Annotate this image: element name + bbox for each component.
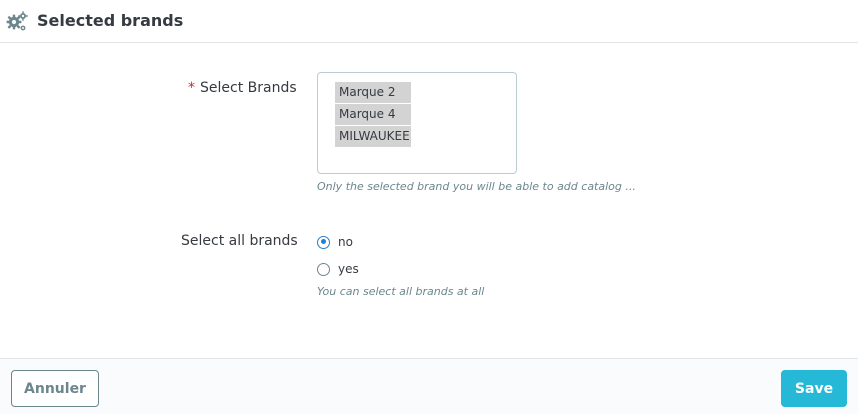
cogs-icon	[6, 11, 28, 31]
select-brands-label: * Select Brands	[188, 80, 297, 96]
cancel-button[interactable]: Annuler	[11, 370, 99, 407]
select-brands-help: Only the selected brand you will be able…	[317, 180, 636, 193]
save-button[interactable]: Save	[781, 370, 847, 407]
required-mark: *	[188, 80, 195, 96]
panel-footer: Annuler Save	[0, 358, 858, 414]
select-all-brands-help: You can select all brands at all	[317, 285, 485, 298]
brand-option[interactable]: Marque 4	[335, 104, 411, 125]
select-brands-label-text: Select Brands	[200, 80, 297, 96]
radio-yes-label: yes	[338, 262, 359, 276]
panel-header: Selected brands	[0, 0, 858, 43]
brand-option[interactable]: Marque 2	[335, 82, 411, 103]
brand-option[interactable]: MILWAUKEE	[335, 126, 411, 147]
radio-option-yes[interactable]: yes	[317, 262, 359, 276]
panel-title: Selected brands	[37, 11, 184, 30]
radio-yes[interactable]	[317, 262, 330, 276]
brands-multiselect[interactable]: Marque 2 Marque 4 MILWAUKEE	[317, 72, 517, 174]
radio-no-label: no	[338, 235, 353, 249]
radio-option-no[interactable]: no	[317, 235, 353, 249]
radio-no[interactable]	[317, 235, 330, 249]
select-all-brands-label: Select all brands	[181, 233, 298, 249]
